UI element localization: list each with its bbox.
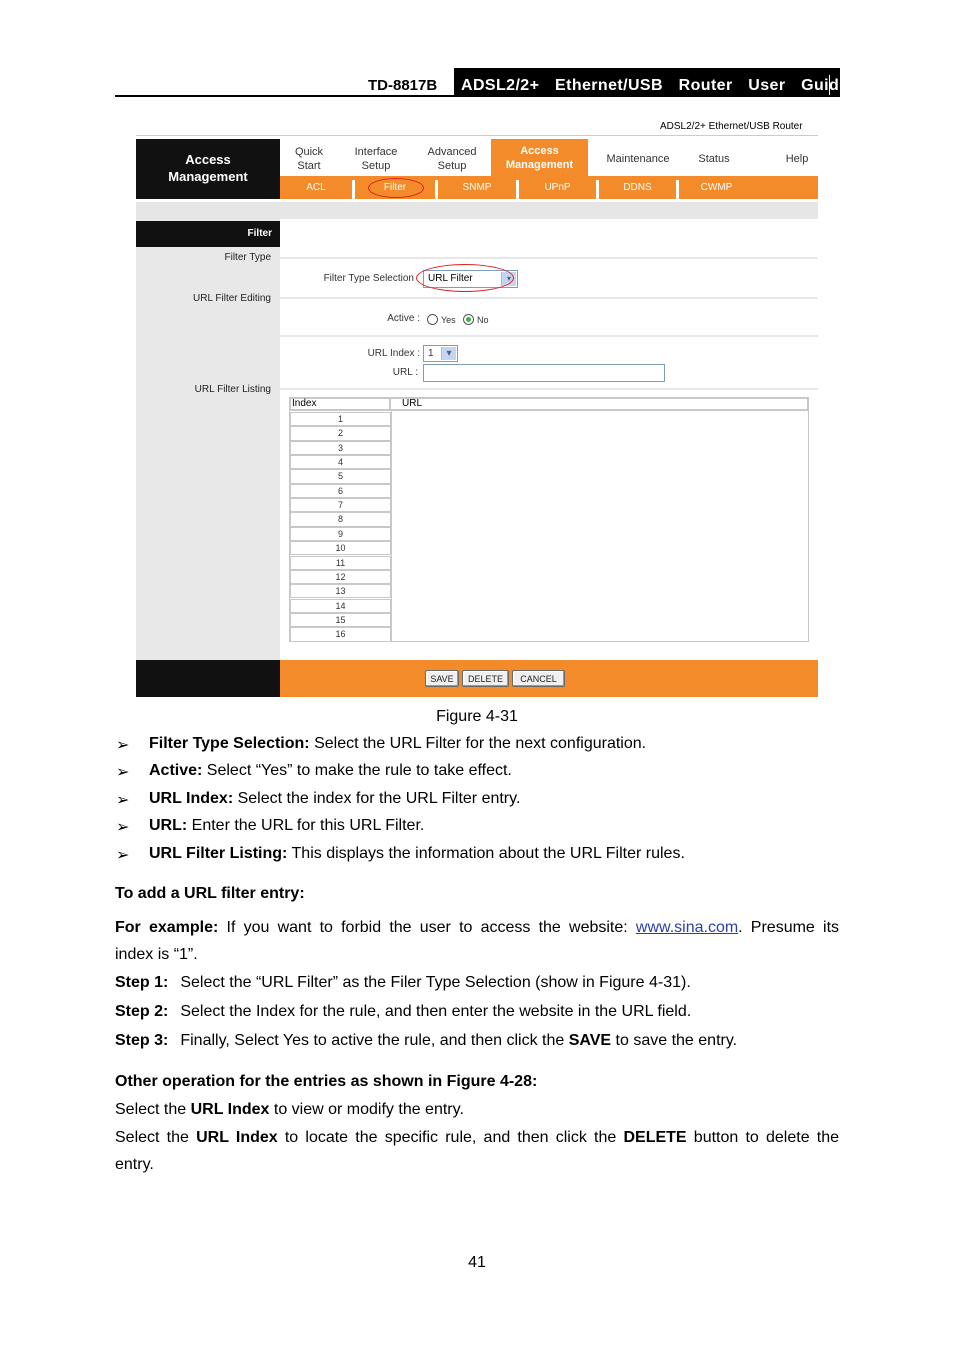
left-column bbox=[136, 219, 280, 660]
table-row-index: 14 bbox=[290, 598, 391, 613]
active-no-radio[interactable] bbox=[463, 314, 474, 325]
table-row-index: 13 bbox=[290, 584, 391, 599]
nav-status[interactable]: Status bbox=[688, 142, 740, 176]
column-header-url: URL bbox=[391, 397, 809, 411]
url-input[interactable] bbox=[423, 364, 665, 382]
nav-quick-start[interactable]: Quick Start bbox=[282, 142, 336, 176]
bullet-arrow-icon: ➢ bbox=[116, 792, 130, 809]
url-index-value: 1 bbox=[428, 348, 434, 359]
table-row-index: 11 bbox=[290, 555, 391, 570]
table-row-index: 7 bbox=[290, 498, 391, 513]
bullet-item: URL Index: Select the index for the URL … bbox=[149, 790, 521, 807]
nav-advanced-setup[interactable]: Advanced Setup bbox=[416, 142, 488, 176]
bullet-arrow-icon: ➢ bbox=[116, 764, 130, 781]
subnav-acl[interactable]: ACL bbox=[280, 176, 352, 199]
example-paragraph-line2: index is “1”. bbox=[115, 946, 198, 963]
table-row-index: 8 bbox=[290, 512, 391, 527]
active-no-label: No bbox=[477, 315, 489, 325]
subnav-snmp[interactable]: SNMP bbox=[438, 176, 516, 199]
step-2: Step 2: Select the Index for the rule, an… bbox=[115, 1003, 692, 1020]
table-row-index: 10 bbox=[290, 541, 391, 556]
bullet-item: Active: Select “Yes” to make the rule to… bbox=[149, 762, 512, 779]
page-number: 41 bbox=[468, 1254, 486, 1271]
bullet-arrow-icon: ➢ bbox=[116, 847, 130, 864]
other-operation-line: Select the URL Index to view or modify t… bbox=[115, 1101, 464, 1118]
bullet-arrow-icon: ➢ bbox=[116, 819, 130, 836]
highlight-circle-dropdown bbox=[416, 264, 514, 292]
footer-left bbox=[136, 660, 280, 697]
bullet-item: URL Filter Listing: This displays the in… bbox=[149, 845, 685, 862]
header-divider bbox=[829, 75, 830, 95]
label-url-filter-editing: URL Filter Editing bbox=[193, 293, 271, 304]
filter-type-selection-label: Filter Type Selection bbox=[323, 273, 414, 284]
column-divider bbox=[391, 411, 392, 641]
divider bbox=[280, 388, 818, 390]
section-title: Access Management bbox=[136, 151, 280, 185]
highlight-circle-filter bbox=[368, 178, 424, 198]
nav-help[interactable]: Help bbox=[772, 142, 822, 176]
other-operation-heading: Other operation for the entries as shown… bbox=[115, 1073, 538, 1090]
figure-caption: Figure 4-31 bbox=[436, 708, 518, 725]
active-yes-radio[interactable] bbox=[427, 314, 438, 325]
subnav-upnp[interactable]: UPnP bbox=[519, 176, 596, 199]
spacer-bar bbox=[136, 202, 818, 219]
table-row-index: 16 bbox=[290, 627, 391, 642]
active-yes-label: Yes bbox=[441, 315, 456, 325]
url-index-label: URL Index : bbox=[367, 348, 420, 359]
table-row-index: 12 bbox=[290, 569, 391, 585]
active-label: Active : bbox=[387, 313, 420, 324]
chevron-down-icon: ▾ bbox=[441, 347, 456, 360]
column-header-index: Index bbox=[289, 397, 391, 411]
save-button[interactable]: SAVE bbox=[425, 670, 459, 687]
add-entry-heading: To add a URL filter entry: bbox=[115, 885, 305, 902]
subnav-cwmp[interactable]: CWMP bbox=[679, 176, 754, 199]
sina-link[interactable]: www.sina.com bbox=[636, 919, 738, 936]
section-title-line1: Access bbox=[185, 152, 231, 167]
router-brand: ADSL2/2+ Ethernet/USB Router bbox=[660, 121, 803, 132]
table-row-index: 3 bbox=[290, 440, 391, 455]
subnav-ddns[interactable]: DDNS bbox=[599, 176, 676, 199]
url-label: URL : bbox=[392, 367, 418, 378]
table-row-index: 5 bbox=[290, 469, 391, 484]
step-1: Step 1: Select the “URL Filter” as the Fi… bbox=[115, 974, 691, 991]
table-row-index: 9 bbox=[290, 526, 391, 542]
header-rule bbox=[115, 95, 840, 97]
nav-maintenance[interactable]: Maintenance bbox=[592, 142, 684, 176]
nav-access-management[interactable]: Access Management bbox=[491, 139, 588, 176]
step-3: Step 3: Finally, Select Yes to active the… bbox=[115, 1032, 738, 1049]
cancel-button[interactable]: CANCEL bbox=[512, 670, 565, 687]
document-model: TD-8817B bbox=[368, 77, 438, 94]
example-paragraph: For example: If you want to forbid the u… bbox=[115, 919, 840, 936]
bullet-arrow-icon: ➢ bbox=[116, 737, 130, 754]
label-url-filter-listing: URL Filter Listing bbox=[194, 384, 271, 395]
bullet-item: Filter Type Selection: Select the URL Fi… bbox=[149, 735, 647, 752]
divider bbox=[280, 257, 818, 259]
left-header-title: Filter bbox=[247, 228, 272, 239]
bullet-item: URL: Enter the URL for this URL Filter. bbox=[149, 817, 425, 834]
table-row-index: 15 bbox=[290, 612, 391, 628]
table-row-index: 1 bbox=[290, 412, 391, 427]
table-row-index: 4 bbox=[290, 455, 391, 470]
divider bbox=[280, 297, 818, 299]
nav-interface-setup[interactable]: Interface Setup bbox=[340, 142, 412, 176]
divider bbox=[280, 335, 818, 337]
other-operation-line: Select the URL Index to locate the speci… bbox=[115, 1129, 840, 1146]
radio-selected-dot bbox=[466, 317, 471, 322]
url-index-select[interactable]: 1 ▾ bbox=[423, 345, 458, 362]
divider bbox=[136, 135, 818, 136]
delete-button[interactable]: DELETE bbox=[462, 670, 509, 687]
document-title: ADSL2/2+ Ethernet/USB Router User Guide bbox=[461, 77, 849, 94]
section-title-line2: Management bbox=[168, 169, 248, 184]
label-filter-type: Filter Type bbox=[224, 252, 272, 263]
table-row-index: 6 bbox=[290, 483, 391, 499]
other-operation-line: entry. bbox=[115, 1156, 154, 1173]
table-row-index: 2 bbox=[290, 426, 391, 441]
